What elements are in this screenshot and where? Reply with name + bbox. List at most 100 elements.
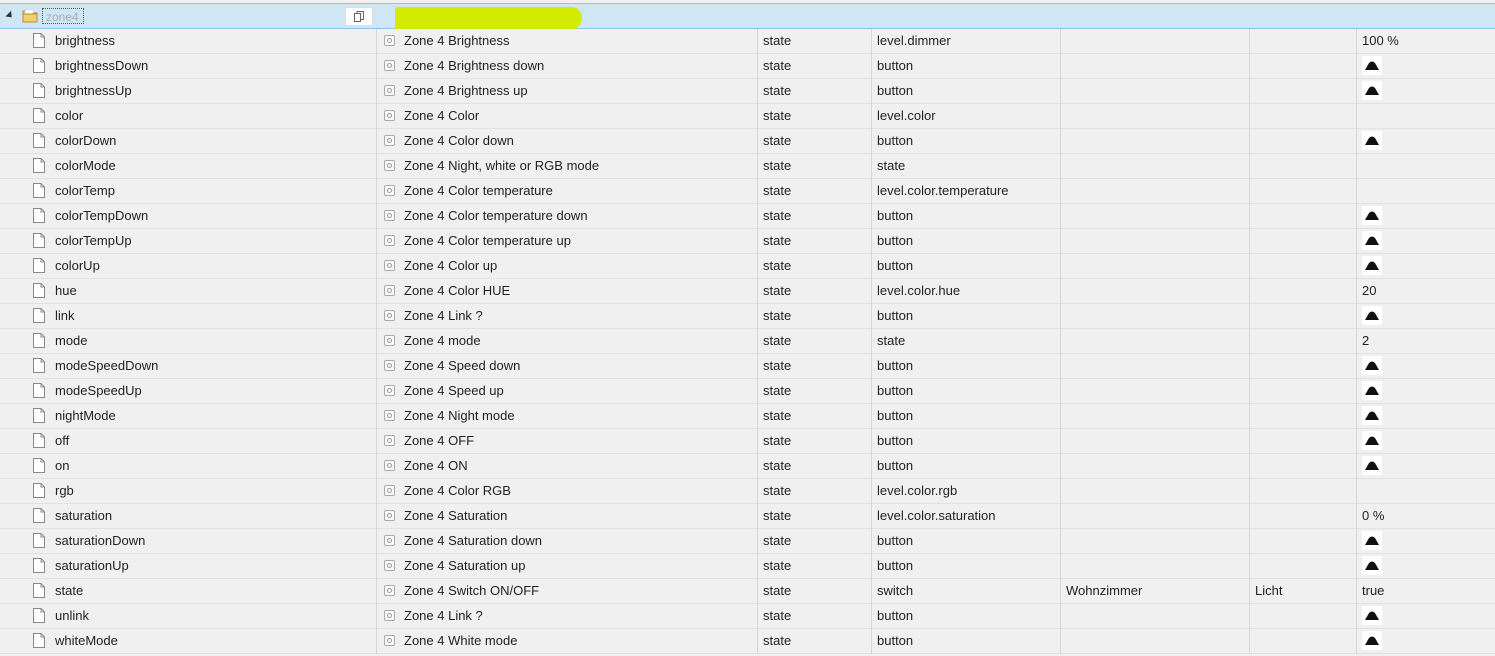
name-cell[interactable]: Zone 4 ON (384, 454, 754, 478)
object-room[interactable] (1066, 104, 1246, 128)
object-function[interactable] (1255, 629, 1350, 653)
object-room[interactable] (1066, 179, 1246, 203)
object-id[interactable]: color (55, 104, 370, 128)
object-room[interactable] (1066, 629, 1246, 653)
name-cell[interactable]: Zone 4 OFF (384, 429, 754, 453)
object-function[interactable] (1255, 204, 1350, 228)
table-row[interactable]: color Zone 4 Color state level.color (0, 104, 1495, 129)
table-row[interactable]: saturationUp Zone 4 Saturation up state … (0, 554, 1495, 579)
collapse-arrow-icon[interactable] (5, 10, 15, 21)
object-value[interactable] (1362, 179, 1482, 203)
object-id[interactable]: off (55, 429, 370, 453)
object-function[interactable] (1255, 129, 1350, 153)
object-room[interactable] (1066, 504, 1246, 528)
name-cell[interactable]: Zone 4 Link ? (384, 604, 754, 628)
object-role[interactable]: button (877, 379, 1057, 403)
object-value[interactable] (1362, 229, 1482, 253)
name-cell[interactable]: Zone 4 mode (384, 329, 754, 353)
name-cell[interactable]: Zone 4 Speed down (384, 354, 754, 378)
object-function[interactable] (1255, 529, 1350, 553)
object-role[interactable]: button (877, 229, 1057, 253)
object-id[interactable]: mode (55, 329, 370, 353)
object-room[interactable] (1066, 329, 1246, 353)
object-value[interactable] (1362, 454, 1482, 478)
name-cell[interactable]: Zone 4 Link ? (384, 304, 754, 328)
object-id[interactable]: brightnessUp (55, 79, 370, 103)
name-cell[interactable]: Zone 4 Color down (384, 129, 754, 153)
object-id[interactable]: link (55, 304, 370, 328)
table-row[interactable]: colorTempDown Zone 4 Color temperature d… (0, 204, 1495, 229)
name-cell[interactable]: Zone 4 Night mode (384, 404, 754, 428)
trigger-button[interactable] (1362, 456, 1382, 475)
object-role[interactable]: level.color.hue (877, 279, 1057, 303)
table-row[interactable]: colorMode Zone 4 Night, white or RGB mod… (0, 154, 1495, 179)
table-row[interactable]: brightness Zone 4 Brightness state level… (0, 29, 1495, 54)
object-role[interactable]: switch (877, 579, 1057, 603)
object-value[interactable] (1362, 104, 1482, 128)
object-room[interactable] (1066, 254, 1246, 278)
name-cell[interactable]: Zone 4 Speed up (384, 379, 754, 403)
object-role[interactable]: button (877, 629, 1057, 653)
object-role[interactable]: button (877, 254, 1057, 278)
object-value[interactable] (1362, 204, 1482, 228)
object-id[interactable]: modeSpeedDown (55, 354, 370, 378)
name-cell[interactable]: Zone 4 Color (384, 104, 754, 128)
object-role[interactable]: level.dimmer (877, 29, 1057, 53)
object-id[interactable]: colorTemp (55, 179, 370, 203)
name-cell[interactable]: Zone 4 Color temperature up (384, 229, 754, 253)
trigger-button[interactable] (1362, 56, 1382, 75)
object-id[interactable]: modeSpeedUp (55, 379, 370, 403)
object-value[interactable] (1362, 254, 1482, 278)
object-room[interactable] (1066, 29, 1246, 53)
table-row[interactable]: nightMode Zone 4 Night mode state button (0, 404, 1495, 429)
object-value[interactable] (1362, 529, 1482, 553)
object-room[interactable] (1066, 79, 1246, 103)
object-room[interactable] (1066, 404, 1246, 428)
object-id[interactable]: saturationDown (55, 529, 370, 553)
object-value[interactable] (1362, 304, 1482, 328)
object-value[interactable] (1362, 154, 1482, 178)
object-function[interactable] (1255, 179, 1350, 203)
table-row[interactable]: modeSpeedDown Zone 4 Speed down state bu… (0, 354, 1495, 379)
object-role[interactable]: level.color.saturation (877, 504, 1057, 528)
object-id[interactable]: saturationUp (55, 554, 370, 578)
name-cell[interactable]: Zone 4 Color HUE (384, 279, 754, 303)
object-role[interactable]: button (877, 129, 1057, 153)
object-id[interactable]: colorUp (55, 254, 370, 278)
object-function[interactable] (1255, 79, 1350, 103)
object-function[interactable] (1255, 154, 1350, 178)
table-row[interactable]: brightnessUp Zone 4 Brightness up state … (0, 79, 1495, 104)
object-function[interactable] (1255, 429, 1350, 453)
object-value[interactable] (1362, 54, 1482, 78)
trigger-button[interactable] (1362, 556, 1382, 575)
folder-name[interactable]: zone4 (42, 8, 84, 24)
trigger-button[interactable] (1362, 381, 1382, 400)
trigger-button[interactable] (1362, 81, 1382, 100)
trigger-button[interactable] (1362, 356, 1382, 375)
object-id[interactable]: nightMode (55, 404, 370, 428)
name-cell[interactable]: Zone 4 Saturation down (384, 529, 754, 553)
object-function[interactable] (1255, 304, 1350, 328)
object-id[interactable]: colorTempUp (55, 229, 370, 253)
object-role[interactable]: level.color.temperature (877, 179, 1057, 203)
table-row[interactable]: colorTemp Zone 4 Color temperature state… (0, 179, 1495, 204)
object-value[interactable] (1362, 429, 1482, 453)
object-function[interactable] (1255, 354, 1350, 378)
object-value[interactable]: 20 (1362, 279, 1482, 303)
trigger-button[interactable] (1362, 231, 1382, 250)
object-value[interactable] (1362, 604, 1482, 628)
trigger-button[interactable] (1362, 631, 1382, 650)
object-room[interactable] (1066, 204, 1246, 228)
table-row[interactable]: saturationDown Zone 4 Saturation down st… (0, 529, 1495, 554)
table-row[interactable]: colorUp Zone 4 Color up state button (0, 254, 1495, 279)
copy-button[interactable] (345, 7, 373, 26)
object-role[interactable]: level.color (877, 104, 1057, 128)
name-cell[interactable]: Zone 4 Brightness (384, 29, 754, 53)
object-value[interactable]: true (1362, 579, 1482, 603)
object-room[interactable] (1066, 429, 1246, 453)
object-value[interactable] (1362, 129, 1482, 153)
object-function[interactable] (1255, 504, 1350, 528)
object-value[interactable] (1362, 354, 1482, 378)
table-row[interactable]: colorTempUp Zone 4 Color temperature up … (0, 229, 1495, 254)
table-row[interactable]: saturation Zone 4 Saturation state level… (0, 504, 1495, 529)
